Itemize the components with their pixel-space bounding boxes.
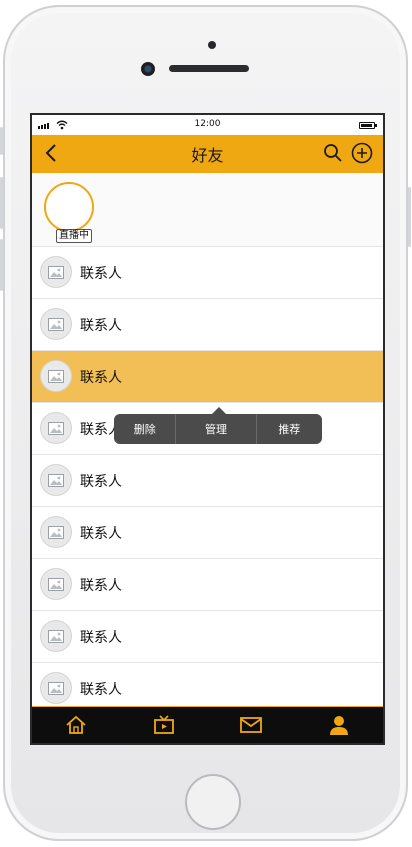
mute-switch <box>0 127 3 155</box>
live-friends-row: 直播中 <box>32 173 383 247</box>
recommend-menu-item[interactable]: 推荐 <box>257 414 322 444</box>
add-icon[interactable] <box>351 142 373 164</box>
image-placeholder-icon <box>40 412 72 444</box>
contact-name: 联系人 <box>80 474 122 490</box>
status-bar: 12:00 <box>32 115 383 135</box>
image-placeholder-icon <box>40 568 72 600</box>
status-time: 12:00 <box>194 119 221 129</box>
contact-row[interactable]: 联系人 <box>32 507 383 559</box>
manage-menu-item[interactable]: 管理 <box>176 414 257 444</box>
contact-name: 联系人 <box>80 682 122 698</box>
contact-list: 联系人 联系人 联系人 联系人 联系人 联系人 联系人 联系人 联系人 <box>32 247 383 715</box>
contact-name: 联系人 <box>80 526 122 542</box>
home-icon <box>66 715 86 734</box>
proximity-sensor <box>208 41 216 49</box>
image-placeholder-icon <box>40 256 72 288</box>
context-menu: 删除 管理 推荐 <box>114 407 322 444</box>
contact-name: 联系人 <box>80 578 122 594</box>
image-placeholder-icon <box>40 360 72 392</box>
tv-icon <box>153 715 174 734</box>
volume-up-button <box>0 177 3 229</box>
contact-name: 联系人 <box>80 266 122 282</box>
tab-messages[interactable] <box>231 710 271 740</box>
tab-profile[interactable] <box>319 710 359 740</box>
contact-name: 联系人 <box>80 370 122 386</box>
image-placeholder-icon <box>40 672 72 704</box>
contact-name: 联系人 <box>80 630 122 646</box>
contact-name: 联系人 <box>80 318 122 334</box>
contact-row[interactable]: 联系人 <box>32 455 383 507</box>
battery-icon <box>359 122 377 129</box>
front-camera <box>141 62 155 76</box>
live-avatar[interactable] <box>44 182 94 232</box>
profile-icon <box>330 716 349 735</box>
contact-row[interactable]: 联系人 <box>32 299 383 351</box>
home-button[interactable] <box>185 774 241 830</box>
search-icon[interactable] <box>323 143 343 163</box>
navigation-bar: 好友 <box>32 135 383 173</box>
earpiece-speaker <box>169 65 249 72</box>
contact-row[interactable]: 联系人 <box>32 611 383 663</box>
mail-icon <box>240 717 263 733</box>
tab-bar <box>32 706 383 743</box>
delete-menu-item[interactable]: 删除 <box>114 414 177 444</box>
contact-row[interactable]: 联系人 <box>32 559 383 611</box>
screen: 12:00 好友 直播中 联系人 联系人 联系人 联系人 联系人 联系人 联系人… <box>30 113 385 745</box>
image-placeholder-icon <box>40 308 72 340</box>
tab-live[interactable] <box>144 710 184 740</box>
contact-row[interactable]: 联系人 <box>32 247 383 299</box>
image-placeholder-icon <box>40 620 72 652</box>
image-placeholder-icon <box>40 464 72 496</box>
volume-down-button <box>0 239 3 291</box>
live-badge: 直播中 <box>56 229 92 243</box>
image-placeholder-icon <box>40 516 72 548</box>
power-button <box>408 187 411 247</box>
contact-row-selected[interactable]: 联系人 <box>32 351 383 403</box>
tab-home[interactable] <box>56 710 96 740</box>
